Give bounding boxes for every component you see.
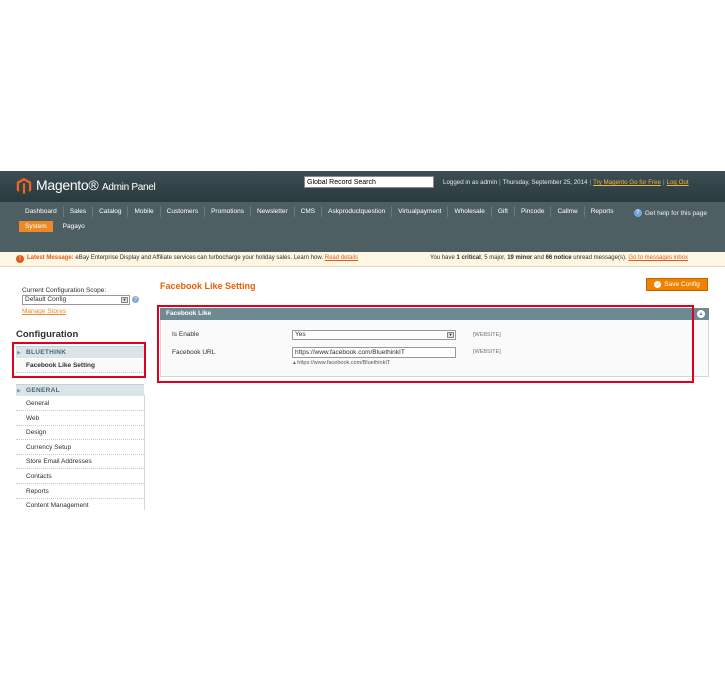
logout-link[interactable]: Log Out: [667, 179, 689, 186]
nav-item-wholesale[interactable]: Wholesale: [448, 206, 492, 217]
nav-item-virtualpayment[interactable]: Virtualpayment: [392, 206, 449, 217]
system-message-bar: ! Latest Message: eBay Enterprise Displa…: [0, 252, 725, 267]
nav-row-secondary: System Pagayo: [19, 219, 91, 234]
scope-label: Current Configuration Scope:: [22, 287, 107, 294]
save-config-button[interactable]: ✓ Save Config: [646, 278, 708, 291]
annotation-box-main: [157, 305, 694, 383]
config-title: Configuration: [16, 329, 79, 340]
nav-item-pincode[interactable]: Pincode: [515, 206, 552, 217]
latest-message-text: eBay Enterprise Display and Affiliate se…: [75, 255, 324, 261]
user-bar: Logged in as admin | Thursday, September 2…: [443, 179, 689, 186]
nav-item-promotions[interactable]: Promotions: [205, 206, 251, 217]
sidebar-item-contacts[interactable]: Contacts: [16, 470, 144, 484]
sidebar-item-currency-setup[interactable]: Currency Setup: [16, 440, 144, 455]
latest-message: Latest Message: eBay Enterprise Display …: [27, 255, 358, 261]
summary-prefix: You have: [430, 255, 455, 261]
message-summary: You have 1 critical, 5 major, 19 minor a…: [430, 255, 689, 261]
help-link[interactable]: ? Get help for this page: [633, 209, 707, 217]
check-icon: ✓: [654, 281, 662, 288]
nav-item-catalog[interactable]: Catalog: [93, 206, 129, 217]
sidebar-item-general[interactable]: General: [16, 397, 144, 411]
nav-item-pagayo[interactable]: Pagayo: [57, 221, 91, 232]
date-text: Thursday, September 25, 2014: [502, 179, 588, 186]
sidebar-item-store-email-addresses[interactable]: Store Email Addresses: [16, 455, 144, 470]
logo-text: Magento® Admin Panel: [36, 177, 156, 193]
nav-item-dashboard[interactable]: Dashboard: [19, 206, 64, 217]
scope-select[interactable]: Default Config ▼: [22, 295, 130, 305]
sidebar-item-web[interactable]: Web: [16, 411, 144, 426]
notice-count: 66 notice: [545, 255, 572, 261]
try-magento-go-link[interactable]: Try Magento Go for Free: [593, 179, 661, 186]
chevron-down-icon: ▼: [121, 297, 128, 303]
major-count: 5 major: [484, 255, 504, 261]
admin-header: Magento® Admin Panel Logged in as admin|…: [0, 171, 725, 202]
nav-row-primary: Dashboard Sales Catalog Mobile Customers Prom…: [19, 204, 619, 219]
messages-inbox-link[interactable]: Go to messages inbox: [628, 255, 688, 261]
nav-item-askproductquestion[interactable]: Askproductquestion: [322, 206, 393, 217]
scope-select-value: Default Config: [25, 296, 67, 303]
save-config-label: Save Config: [664, 281, 700, 288]
nav-item-customers[interactable]: Customers: [161, 206, 206, 217]
manage-stores-link[interactable]: Manage Stores: [22, 308, 66, 315]
warning-icon: !: [16, 255, 24, 263]
sidebar-item-content-management[interactable]: Content Management: [16, 499, 144, 510]
annotation-box-sidebar: [12, 342, 146, 378]
help-icon: ?: [633, 209, 642, 217]
critical-count: 1 critical: [456, 255, 481, 261]
logged-in-text: Logged in as admin: [443, 179, 498, 186]
nav-item-system[interactable]: System: [19, 221, 53, 232]
arrow-icon: ▶: [17, 388, 21, 394]
sidebar-section-general[interactable]: ▶ GENERAL: [16, 384, 144, 396]
magento-admin-screenshot: Magento® Admin Panel Logged in as admin|…: [0, 171, 725, 510]
nav-item-mobile[interactable]: Mobile: [128, 206, 161, 217]
read-details-link[interactable]: Read details: [325, 255, 358, 261]
scope-help-icon[interactable]: ?: [132, 296, 139, 303]
sidebar-item-reports[interactable]: Reports: [16, 484, 144, 499]
section-label: GENERAL: [26, 387, 60, 394]
nav-item-reports[interactable]: Reports: [585, 206, 620, 217]
magento-logo-icon: [16, 177, 32, 194]
nav-item-callme[interactable]: Callme: [551, 206, 585, 217]
help-label: Get help for this page: [644, 209, 707, 217]
sidebar-item-design[interactable]: Design: [16, 426, 144, 441]
latest-message-label: Latest Message:: [27, 255, 74, 261]
global-record-search-input[interactable]: [304, 176, 434, 188]
minor-count: 19 minor: [507, 255, 533, 261]
nav-item-gift[interactable]: Gift: [492, 206, 515, 217]
nav-item-cms[interactable]: CMS: [295, 206, 323, 217]
main-nav: Dashboard Sales Catalog Mobile Customers Prom…: [0, 202, 725, 258]
collapse-icon[interactable]: ▲: [697, 310, 705, 318]
nav-item-newsletter[interactable]: Newsletter: [251, 206, 295, 217]
nav-item-sales[interactable]: Sales: [64, 206, 94, 217]
summary-suffix: unread message(s).: [573, 255, 627, 261]
page-title: Facebook Like Setting: [160, 281, 256, 291]
